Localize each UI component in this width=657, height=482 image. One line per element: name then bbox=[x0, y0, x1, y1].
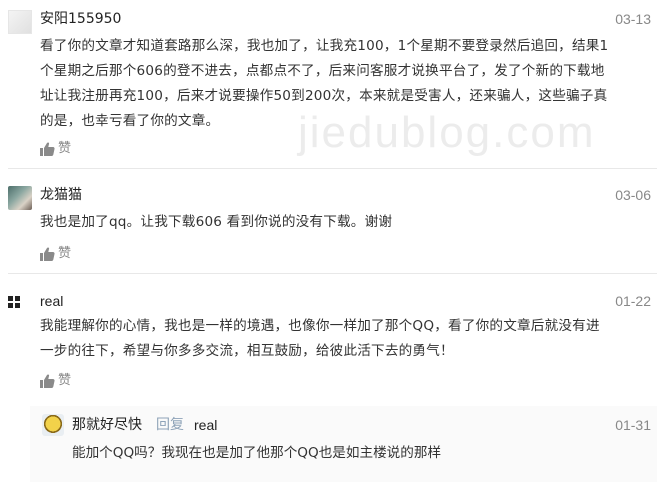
like-button[interactable]: 赞 bbox=[40, 246, 71, 262]
comment-date: 03-13 bbox=[615, 11, 651, 27]
reply-label: 回复 bbox=[156, 417, 184, 433]
divider bbox=[8, 168, 657, 169]
comment-author[interactable]: 龙猫猫 bbox=[40, 186, 82, 204]
comment-item: real 01-22 我能理解你的心情，我也是一样的境遇，也像你一样加了那个QQ… bbox=[0, 290, 657, 400]
like-label: 赞 bbox=[58, 246, 72, 261]
thumbs-up-icon bbox=[40, 142, 55, 156]
comment-text: 我也是加了qq。让我下载606 看到你说的没有下载。谢谢 bbox=[40, 210, 652, 235]
reply-date: 01-31 bbox=[615, 417, 651, 433]
comment-author[interactable]: 安阳155950 bbox=[40, 10, 121, 28]
comment-text-line: 一步的往下，希望与你多多交流，相互鼓励，给彼此活下去的勇气！ bbox=[40, 343, 454, 359]
comment-item: 龙猫猫 03-06 我也是加了qq。让我下载606 看到你说的没有下载。谢谢 赞 bbox=[0, 184, 657, 274]
comment-text-line: 看了你的文章才知道套路那么深，我也加了，让我充100，1个星期不要登录然后追回，… bbox=[40, 38, 609, 54]
like-label: 赞 bbox=[58, 141, 72, 156]
comment-text-line: 我也是加了qq。让我下载606 看到你说的没有下载。谢谢 bbox=[40, 214, 393, 230]
comment-date: 03-06 bbox=[615, 187, 651, 203]
thumbs-up-icon bbox=[40, 247, 55, 261]
comment-item: 安阳155950 03-13 看了你的文章才知道套路那么深，我也加了，让我充10… bbox=[0, 8, 657, 168]
comment-text: 我能理解你的心情，我也是一样的境遇，也像你一样加了那个QQ，看了你的文章后就没有… bbox=[40, 314, 652, 364]
avatar[interactable] bbox=[42, 414, 64, 436]
like-label: 赞 bbox=[58, 373, 72, 388]
comment-text-line: 个星期之后那个606的登不进去，点都点不了，后来问客服才说换平台了，发了个新的下… bbox=[40, 63, 605, 79]
like-button[interactable]: 赞 bbox=[40, 373, 71, 389]
comment-text-line: 址让我注册再充100，后来才说要操作50到200次，本来就是受害人，还来骗人，这… bbox=[40, 88, 608, 104]
reply-text: 能加个QQ吗？我现在也是加了他那个QQ也是如主楼说的那样 bbox=[72, 445, 442, 461]
comment-text-line: 的是，也幸亏看了你的文章。 bbox=[40, 113, 220, 129]
reply-target-author[interactable]: real bbox=[194, 416, 217, 434]
avatar[interactable] bbox=[8, 296, 26, 314]
comment-date: 01-22 bbox=[615, 293, 651, 309]
comment-text: 看了你的文章才知道套路那么深，我也加了，让我充100，1个星期不要登录然后追回，… bbox=[40, 34, 652, 134]
avatar[interactable] bbox=[8, 186, 32, 210]
like-button[interactable]: 赞 bbox=[40, 141, 71, 157]
reply-item: 那就好尽快 回复 real 01-31 能加个QQ吗？我现在也是加了他那个QQ也… bbox=[30, 406, 657, 482]
comment-author[interactable]: real bbox=[40, 292, 63, 310]
comment-text-line: 我能理解你的心情，我也是一样的境遇，也像你一样加了那个QQ，看了你的文章后就没有… bbox=[40, 318, 600, 334]
thumbs-up-icon bbox=[40, 374, 55, 388]
avatar[interactable] bbox=[8, 10, 32, 34]
reply-author[interactable]: 那就好尽快 bbox=[72, 416, 142, 434]
